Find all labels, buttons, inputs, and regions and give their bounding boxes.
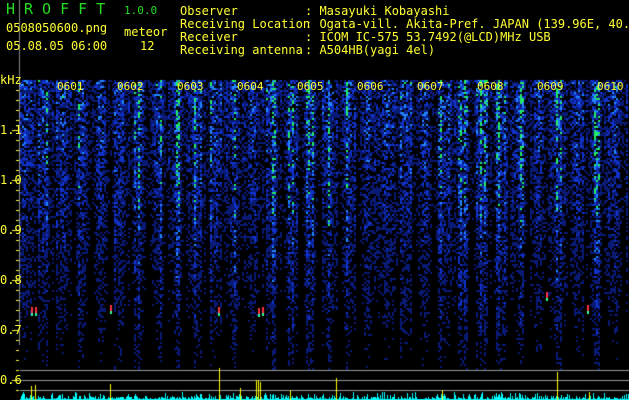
time-label: 0610 [597,80,624,93]
y-label: 0.9 [0,223,22,237]
time-label: 0608 [477,80,504,93]
time-label: 0602 [117,80,144,93]
y-label: 1.1 [0,123,22,137]
time-label: 0601 [57,80,84,93]
time-label: 0609 [537,80,564,93]
y-label: 1.0 [0,173,22,187]
filename: 0508050600.png [6,21,108,35]
time-label: 0604 [237,80,264,93]
time-label: 0605 [297,80,324,93]
meteor-label: meteor [124,25,168,39]
y-unit-label: kHz [0,73,22,87]
y-label: 0.6 [0,373,22,387]
spectrogram [0,0,629,400]
info-antenna: Receiving antenna: A504HB(yagi 4el) [180,43,436,57]
y-label: 0.8 [0,273,22,287]
time-label: 0607 [417,80,444,93]
time-label: 0606 [357,80,384,93]
datetime: 05.08.05 06:00 [6,39,108,53]
time-label: 0603 [177,80,204,93]
meteor-count: 12 [140,39,155,53]
y-label: 0.7 [0,323,22,337]
station-info: Observer: Masayuki Kobayashi Receiving L… [180,5,629,57]
app-version: 1.0.0 [124,4,158,17]
app-title: HROFFT [6,0,115,18]
